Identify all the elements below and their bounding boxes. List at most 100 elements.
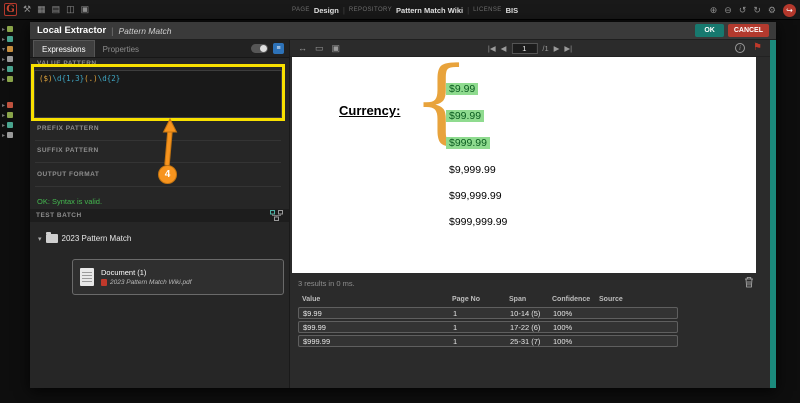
dialog-header[interactable]: Local Extractor | Pattern Match OK CANCE… — [30, 22, 776, 40]
document-viewer-panel: ↔ ▭ ▣ |◀ ◀ /1 ▶ ▶| i ⚑ — [290, 40, 770, 388]
background-tree-item[interactable]: ▸ — [2, 101, 30, 109]
app-logo: G — [4, 3, 17, 16]
last-page-icon[interactable]: ▶| — [564, 44, 572, 53]
batch-process-icon[interactable] — [270, 210, 283, 221]
app-window: G ⚒ ▦ ▤ ◫ ▣ PAGE Design | REPOSITORY Pat… — [0, 0, 800, 403]
doc-value: $9,999.99 — [449, 164, 496, 176]
background-tree-item[interactable]: ▸ — [2, 111, 30, 119]
test-batch-label: TEST BATCH — [36, 212, 82, 219]
document-item[interactable]: Document (1) 2023 Pattern Match Wiki.pdf — [72, 259, 284, 295]
undo-icon[interactable]: ↺ — [739, 6, 747, 15]
dialog-title: Local Extractor — [37, 25, 106, 36]
columns-icon[interactable]: ◫ — [66, 5, 75, 14]
match-highlight: $9.99 — [446, 83, 478, 95]
next-page-icon[interactable]: ▶ — [554, 44, 560, 53]
suffix-pattern-label: SUFFIX PATTERN — [37, 147, 99, 154]
dialog-body: Expressions Properties ≡ VALUE PATTERN (… — [30, 40, 776, 388]
fit-width-icon[interactable]: ↔ — [298, 44, 307, 53]
breadcrumb: PAGE Design | REPOSITORY Pattern Match W… — [292, 0, 518, 20]
refresh-icon[interactable]: ↻ — [753, 6, 761, 15]
background-tree-item[interactable]: ▸ — [2, 65, 30, 73]
trash-icon — [744, 276, 754, 288]
repository-value[interactable]: Pattern Match Wiki — [396, 6, 463, 15]
local-extractor-dialog: Local Extractor | Pattern Match OK CANCE… — [30, 22, 776, 388]
tools-icon[interactable]: ⚒ — [23, 5, 31, 14]
editor-mode-icon[interactable]: ≡ — [273, 43, 284, 54]
output-format-label: OUTPUT FORMAT — [37, 171, 99, 178]
top-bar: G ⚒ ▦ ▤ ◫ ▣ PAGE Design | REPOSITORY Pat… — [0, 0, 800, 20]
background-tree-item[interactable]: ▸ — [2, 131, 30, 139]
thumbnails-icon[interactable]: ▣ — [332, 44, 341, 53]
page-number-input[interactable] — [511, 43, 537, 54]
license-label: LICENSE — [473, 7, 501, 13]
document-title: Document (1) — [101, 268, 192, 277]
cancel-button[interactable]: CANCEL — [728, 24, 769, 37]
settings-icon[interactable]: ⚙ — [768, 6, 776, 15]
test-batch-header: TEST BATCH — [30, 209, 289, 222]
page-total-label: /1 — [542, 44, 548, 53]
grid-icon[interactable]: ▦ — [37, 5, 46, 14]
background-tree-item[interactable]: ▸ — [2, 75, 30, 83]
first-page-icon[interactable]: |◀ — [488, 44, 496, 53]
page-navigation: |◀ ◀ /1 ▶ ▶| — [488, 43, 572, 54]
document-preview[interactable]: Currency: { $9.99 $99.99 $999.99 $9,999.… — [292, 57, 756, 273]
tab-properties[interactable]: Properties — [95, 41, 147, 57]
repository-label: REPOSITORY — [349, 7, 392, 13]
flag-icon[interactable]: ⚑ — [753, 43, 762, 53]
zoom-in-icon[interactable]: ⊕ — [710, 6, 718, 15]
info-icon[interactable]: i — [735, 43, 745, 53]
doc-heading: Currency: — [339, 103, 400, 118]
background-tree-item[interactable]: ▸ — [2, 55, 30, 63]
result-row[interactable]: $9.99110-14 (5)100% — [298, 307, 678, 319]
brace-graphic: { — [412, 55, 471, 147]
sign-out-icon[interactable]: ↪ — [783, 4, 796, 17]
license-value: BIS — [506, 6, 519, 15]
syntax-status: OK: Syntax is valid. — [37, 197, 102, 206]
page-value[interactable]: Design — [314, 6, 339, 15]
tab-tools: ≡ — [251, 43, 289, 57]
document-icon — [80, 268, 94, 286]
background-tree-item[interactable]: ▸ — [2, 25, 30, 33]
results-summary: 3 results in 0 ms. — [298, 279, 355, 288]
value-pattern-input[interactable]: ($)\d{1,3}(.)\d{2} — [34, 70, 282, 118]
ok-button[interactable]: OK — [695, 24, 724, 37]
pattern-segment: (.) — [84, 74, 98, 83]
topbar-right-icons: ⊕ ⊖ ↺ ↻ ⚙ ↪ — [710, 0, 796, 20]
folder-icon — [46, 234, 58, 243]
tab-expressions[interactable]: Expressions — [33, 40, 95, 57]
panel-tabs: Expressions Properties ≡ — [30, 40, 289, 58]
results-table: Value Page No Span Confidence Source $9.… — [298, 294, 678, 349]
document-filename: 2023 Pattern Match Wiki.pdf — [101, 279, 192, 286]
match-highlight: $99.99 — [446, 110, 484, 122]
expander-icon[interactable]: ▾ — [38, 235, 42, 243]
match-highlight: $999.99 — [446, 137, 490, 149]
pattern-segment: \d{2} — [98, 74, 121, 83]
collapsed-side-panel[interactable] — [770, 40, 776, 388]
pattern-segment: \d{1,3} — [53, 74, 85, 83]
batch-folder-row[interactable]: ▾ 2023 Pattern Match — [38, 234, 131, 243]
pdf-icon — [101, 279, 107, 286]
results-table-header: Value Page No Span Confidence Source — [298, 294, 678, 304]
panel-icon[interactable]: ▣ — [81, 5, 90, 14]
pattern-segment: ($) — [39, 74, 53, 83]
doc-value: $999,999.99 — [449, 216, 507, 228]
background-tree-item[interactable]: ▸ — [2, 121, 30, 129]
background-tree-item[interactable]: ▸ — [2, 35, 30, 43]
expressions-panel: Expressions Properties ≡ VALUE PATTERN (… — [30, 40, 290, 388]
clear-results-button[interactable] — [744, 276, 754, 291]
result-row[interactable]: $99.99117-22 (6)100% — [298, 321, 678, 333]
background-tree-item[interactable]: ▾ — [2, 45, 30, 53]
library-icon[interactable]: ▤ — [52, 5, 61, 14]
zoom-out-icon[interactable]: ⊖ — [724, 6, 732, 15]
page-label: PAGE — [292, 7, 310, 13]
background-node-tree: ▸ ▸ ▾ ▸ ▸ ▸ ▸ ▸ ▸ ▸ — [2, 25, 30, 141]
result-row[interactable]: $999.99125-31 (7)100% — [298, 335, 678, 347]
value-pattern-label: VALUE PATTERN — [37, 60, 97, 67]
prev-page-icon[interactable]: ◀ — [501, 44, 507, 53]
diagnostics-toggle[interactable] — [251, 44, 268, 53]
dialog-actions: OK CANCEL — [695, 24, 769, 37]
viewer-toolbar: ↔ ▭ ▣ |◀ ◀ /1 ▶ ▶| i ⚑ — [290, 40, 770, 57]
fit-page-icon[interactable]: ▭ — [315, 44, 324, 53]
dialog-subtitle: Pattern Match — [119, 26, 172, 36]
batch-folder-label: 2023 Pattern Match — [62, 234, 132, 243]
